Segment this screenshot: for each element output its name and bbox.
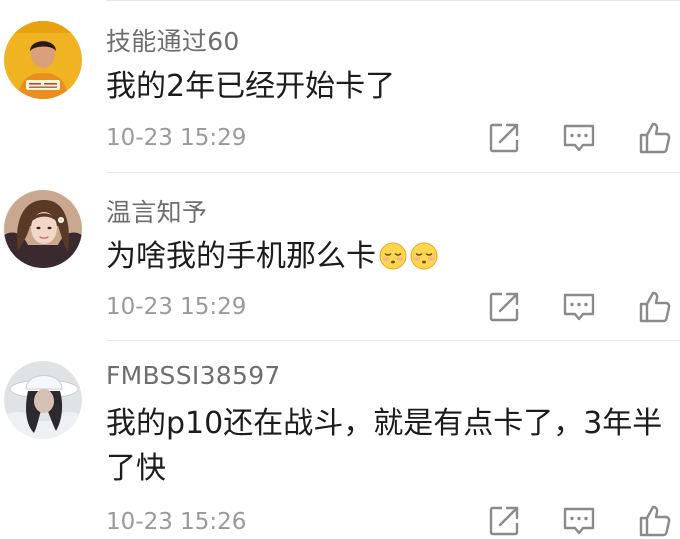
comment-text: 我的p10还在战斗，就是有点卡了，3年半了快: [106, 406, 663, 486]
user-avatar[interactable]: [4, 21, 82, 99]
share-icon[interactable]: [486, 503, 522, 539]
share-icon[interactable]: [486, 120, 522, 156]
pensive-face-emoji-icon: [379, 242, 407, 270]
like-icon[interactable]: [637, 120, 673, 156]
comment-text: 为啥我的手机那么卡: [106, 234, 671, 279]
pensive-face-emoji-icon: [410, 242, 438, 270]
avatar-man-yellow-background-icon: [4, 21, 82, 99]
comment-time: 10-23 15:29: [106, 294, 247, 320]
comment-text: 我的2年已经开始卡了: [106, 69, 396, 104]
share-icon[interactable]: [486, 289, 522, 325]
comment-item: 技能通过60 我的2年已经开始卡了 10-23 15:29: [0, 0, 680, 173]
like-icon[interactable]: [637, 503, 673, 539]
user-avatar[interactable]: [4, 361, 82, 439]
like-icon[interactable]: [637, 289, 673, 325]
comment-icon[interactable]: [561, 120, 597, 156]
comment-icon[interactable]: [561, 289, 597, 325]
avatar-person-white-hat-icon: [4, 361, 82, 439]
comment-item: 温言知予 为啥我的手机那么卡 10-23 15:29: [0, 173, 680, 341]
username[interactable]: FMBSSI38597: [106, 361, 281, 390]
comment-icon[interactable]: [561, 503, 597, 539]
user-avatar[interactable]: [4, 190, 82, 268]
username[interactable]: 温言知予: [106, 193, 207, 229]
comment-text-content: 为啥我的手机那么卡: [106, 239, 376, 274]
avatar-woman-portrait-icon: [4, 190, 82, 268]
comment-time: 10-23 15:26: [106, 509, 247, 535]
username[interactable]: 技能通过60: [106, 22, 240, 58]
comment-time: 10-23 15:29: [106, 125, 247, 151]
comment-item: FMBSSI38597 我的p10还在战斗，就是有点卡了，3年半了快 10-23…: [0, 341, 680, 538]
